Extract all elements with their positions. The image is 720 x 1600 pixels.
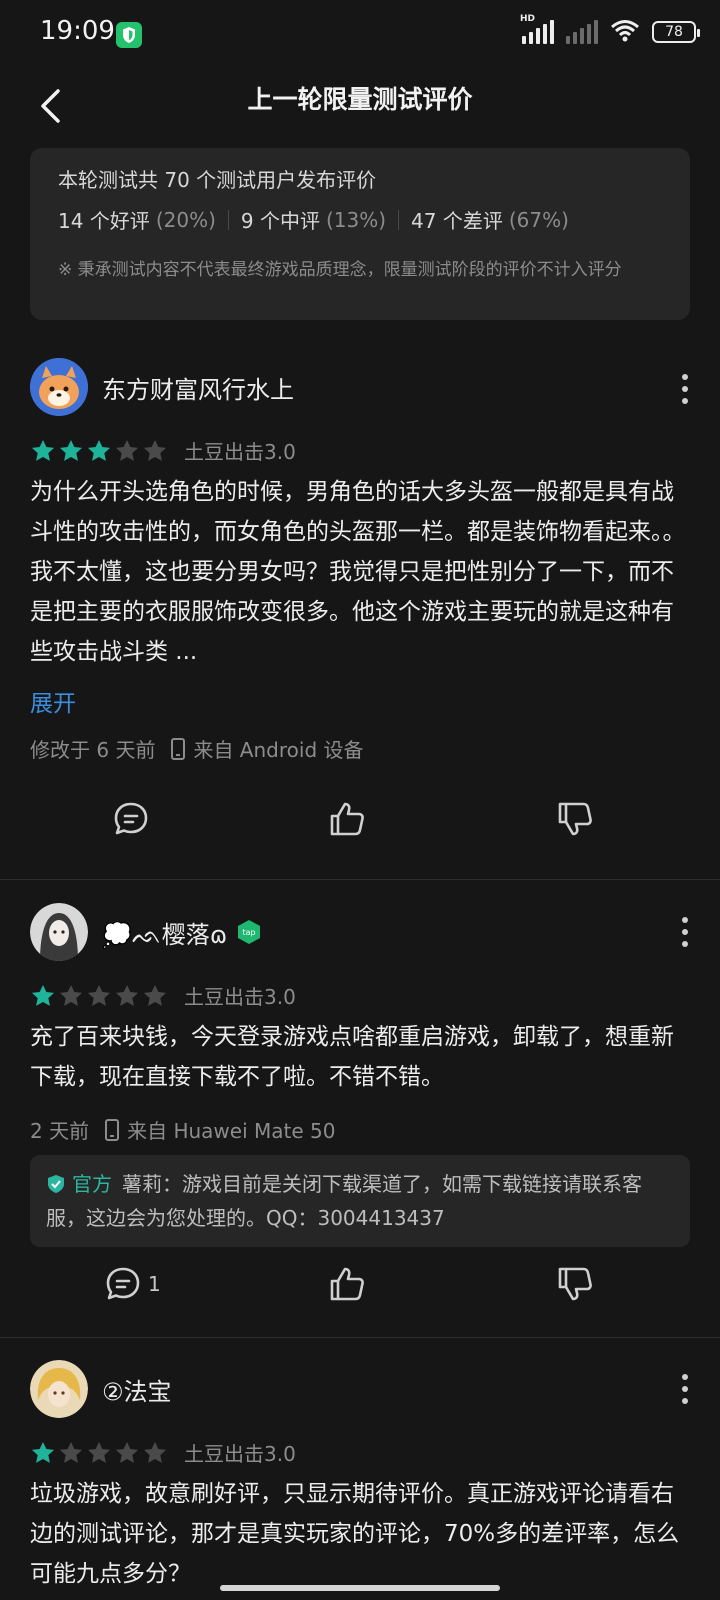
battery-icon: 78 <box>652 21 700 43</box>
star-empty-icon <box>115 1441 139 1463</box>
username[interactable]: 东方财富风行水上 <box>102 370 294 405</box>
verified-icon <box>48 1175 64 1193</box>
star-empty-icon <box>59 984 83 1006</box>
comment-button[interactable]: 1 <box>104 1259 161 1309</box>
star-empty-icon <box>115 984 139 1006</box>
shield-icon <box>116 22 142 48</box>
thumbs-up-icon <box>330 1267 364 1301</box>
top-bar: 上一轮限量测试评价 <box>0 70 720 150</box>
star-empty-icon <box>87 984 111 1006</box>
comment-icon <box>114 802 148 835</box>
device-model: 土豆出击3.0 <box>184 440 296 464</box>
review-card: 东方财富风行水上 土豆出击3.0 为什么开头选角色的时候，男角色的话大多头盔一般… <box>0 358 720 880</box>
username[interactable]: ②法宝 <box>102 1372 172 1407</box>
review-time: 修改于 6 天前 <box>30 738 156 762</box>
avatar[interactable] <box>30 903 88 961</box>
star-empty-icon <box>143 1441 167 1463</box>
star-filled-icon <box>31 439 55 461</box>
good-pct: (20%) <box>155 207 216 232</box>
device-model: 土豆出击3.0 <box>184 985 296 1009</box>
device-model: 土豆出击3.0 <box>184 1442 296 1466</box>
like-button[interactable] <box>328 1259 366 1309</box>
star-empty-icon <box>143 984 167 1006</box>
review-meta: 2 天前 来自 Huawei Mate 50 <box>30 1115 335 1144</box>
summary-note: ※ 秉承测试内容不代表最终游戏品质理念，限量测试阶段的评价不计入评分 <box>58 260 622 280</box>
signal-icon: HD <box>520 14 554 44</box>
review-text: 充了百来块钱，今天登录游戏点啥都重启游戏，卸载了，想重新下载，现在直接下载不了啦… <box>30 1024 674 1090</box>
star-filled-icon <box>31 984 55 1006</box>
review-time: 2 天前 <box>30 1119 90 1143</box>
more-options-icon[interactable] <box>680 374 690 404</box>
star-empty-icon <box>87 1441 111 1463</box>
divider <box>398 209 400 230</box>
tap-badge-icon: tap <box>238 920 261 944</box>
avatar[interactable] <box>30 358 88 416</box>
thumbs-down-icon <box>558 1267 592 1301</box>
star-filled-icon <box>59 439 83 461</box>
divider <box>0 879 720 880</box>
bad-count: 47 个差评 <box>411 209 503 233</box>
official-reply[interactable]: 官方 薯莉：游戏目前是关闭下载渠道了，如需下载链接请联系客服，这边会为您处理的。Q… <box>30 1155 690 1247</box>
review-text: 垃圾游戏，故意刷好评，只显示期待评价。真正游戏评论请看右边的测试评论，那才是真实… <box>30 1481 680 1584</box>
more-options-icon[interactable] <box>680 917 690 947</box>
wifi-icon <box>610 18 640 46</box>
signal-icon <box>566 20 598 44</box>
star-filled-icon <box>31 1441 55 1463</box>
star-filled-icon <box>87 439 111 461</box>
thumbs-down-icon <box>558 802 592 836</box>
review-actions: 1 <box>0 1259 720 1309</box>
dislike-button[interactable] <box>556 794 594 844</box>
more-options-icon[interactable] <box>680 1374 690 1404</box>
star-empty-icon <box>143 439 167 461</box>
star-rating: 土豆出击3.0 <box>30 1438 296 1467</box>
mid-count: 9 个中评 <box>240 209 320 233</box>
mid-pct: (13%) <box>325 207 387 232</box>
summary-total: 本轮测试共 70 个测试用户发布评价 <box>58 168 377 192</box>
review-source: 来自 Huawei Mate 50 <box>127 1119 336 1143</box>
review-meta: 修改于 6 天前 来自 Android 设备 <box>30 734 364 763</box>
status-bar: 19:09 HD 78 <box>0 0 720 70</box>
review-text: 为什么开头选角色的时候，男角色的话大多头盔一般都是具有战斗性的攻击性的，而女角色… <box>30 479 686 665</box>
home-indicator[interactable] <box>220 1585 500 1591</box>
bad-pct: (67%) <box>508 207 569 232</box>
reply-count: 1 <box>148 1272 161 1296</box>
official-reply-text: 薯莉：游戏目前是关闭下载渠道了，如需下载链接请联系客服，这边会为您处理的。QQ：… <box>46 1172 642 1230</box>
expand-link[interactable]: 展开 <box>30 684 76 718</box>
like-button[interactable] <box>328 794 366 844</box>
comment-button[interactable] <box>112 794 150 844</box>
star-rating: 土豆出击3.0 <box>30 981 296 1010</box>
review-source: 来自 Android 设备 <box>193 738 364 762</box>
phone-icon <box>171 737 186 760</box>
dislike-button[interactable] <box>556 1259 594 1309</box>
username[interactable]: 💭ᨒ樱落ɷ <box>102 915 227 950</box>
summary-breakdown: 14 个好评 (20%) 9 个中评 (13%) 47 个差评 (67%) <box>58 205 662 234</box>
divider <box>227 209 229 230</box>
review-actions <box>0 794 720 844</box>
page-title: 上一轮限量测试评价 <box>247 85 473 114</box>
comment-icon <box>106 1267 140 1300</box>
review-card: 💭ᨒ樱落ɷ tap 土豆出击3.0 充了百来块钱，今天登录游戏点啥都重启游戏，卸… <box>0 903 720 1343</box>
rating-summary-card: 本轮测试共 70 个测试用户发布评价 14 个好评 (20%) 9 个中评 (1… <box>30 148 690 320</box>
svg-text:tap: tap <box>243 928 256 937</box>
avatar[interactable] <box>30 1360 88 1418</box>
star-rating: 土豆出击3.0 <box>30 436 296 465</box>
phone-icon <box>105 1118 120 1141</box>
status-time: 19:09 <box>40 16 115 46</box>
star-empty-icon <box>115 439 139 461</box>
review-card: ②法宝 土豆出击3.0 垃圾游戏，故意刷好评，只显示期待评价。真正游戏评论请看右… <box>0 1360 720 1600</box>
thumbs-up-icon <box>330 802 364 836</box>
divider <box>0 1337 720 1338</box>
good-count: 14 个好评 <box>58 209 150 233</box>
star-empty-icon <box>59 1441 83 1463</box>
official-tag: 官方 <box>72 1172 112 1196</box>
